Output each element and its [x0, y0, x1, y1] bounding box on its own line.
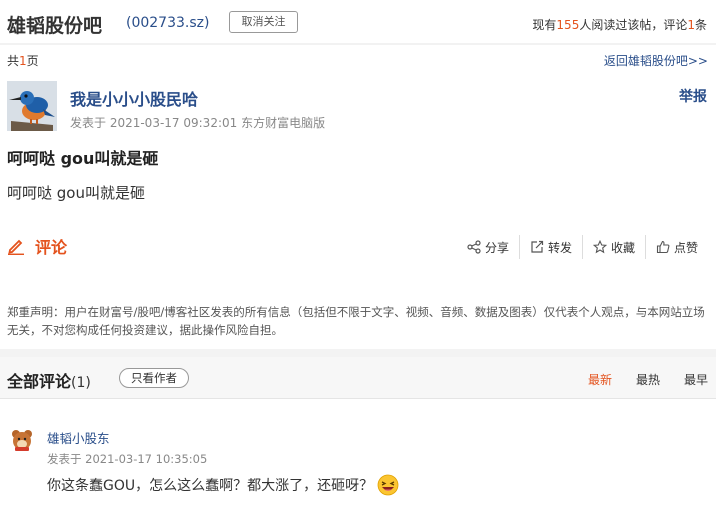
like-label: 点赞	[673, 240, 698, 255]
commenter-avatar[interactable]	[10, 428, 34, 452]
page-count: 共1页	[7, 52, 39, 69]
all-comments-title: 全部评论(1)	[7, 368, 91, 392]
read-stats: 现有155人阅读过该帖，评论1条	[532, 16, 707, 33]
only-author-button[interactable]: 只看作者	[119, 368, 189, 388]
stats-prefix: 现有	[532, 18, 557, 32]
bear-avatar-icon	[12, 430, 32, 451]
comments-count: (1)	[71, 375, 91, 391]
comment-text: 你这条蠢GOU，怎么这么蠢啊？都大涨了，还砸呀？	[47, 474, 399, 496]
favorite-button[interactable]: 收藏	[581, 235, 645, 259]
section-divider	[0, 349, 716, 357]
kingfisher-avatar-icon	[7, 81, 57, 131]
favorite-label: 收藏	[610, 240, 635, 255]
thumbs-up-icon	[656, 240, 670, 254]
post-author[interactable]: 我是小小小股民哈	[70, 86, 198, 110]
comment-meta: 发表于 2021-03-17 10:35:05	[47, 452, 208, 466]
comments-header: 全部评论(1) 只看作者 最新 最热 最早	[0, 357, 716, 399]
top-bar: 雄韬股份吧 (002733.sz) 取消关注 现有155人阅读过该帖，评论1条	[0, 0, 716, 45]
sort-hottest[interactable]: 最热	[636, 371, 660, 388]
like-button[interactable]: 点赞	[644, 235, 708, 259]
share-label: 分享	[484, 240, 509, 255]
stats-suffix: 条	[694, 18, 707, 32]
author-avatar[interactable]	[7, 81, 57, 131]
pager-prefix: 共	[7, 54, 20, 68]
repost-icon	[531, 240, 544, 253]
post-actions: 分享 转发 收藏 点赞	[457, 235, 708, 259]
pager-pages: 1	[19, 54, 27, 68]
repost-label: 转发	[547, 240, 572, 255]
bar-name[interactable]: 雄韬股份吧	[7, 11, 102, 38]
read-count: 155	[556, 18, 580, 32]
sort-oldest[interactable]: 最早	[684, 371, 708, 388]
laughing-emoji-icon	[377, 474, 399, 496]
post-body: 呵呵哒 gou叫就是砸	[7, 184, 145, 202]
post-meta: 发表于 2021-03-17 09:32:01 东方财富电脑版	[70, 116, 326, 130]
stock-code[interactable]: (002733.sz)	[126, 15, 209, 31]
disclaimer: 郑重声明：用户在财富号/股吧/博客社区发表的所有信息（包括但不限于文字、视频、音…	[7, 305, 705, 337]
comment-count: 1	[687, 18, 695, 32]
share-button[interactable]: 分享	[457, 235, 519, 259]
report-button[interactable]: 举报	[679, 86, 707, 106]
back-to-bar-link[interactable]: 返回雄韬股份吧>>	[604, 52, 708, 69]
commenter-name[interactable]: 雄韬小股东	[47, 428, 110, 447]
share-icon	[467, 240, 481, 254]
post-title: 呵呵哒 gou叫就是砸	[7, 149, 159, 168]
comment-button[interactable]: 评论	[7, 234, 67, 258]
stats-middle: 人阅读过该帖，评论	[579, 18, 688, 32]
comment-label: 评论	[35, 238, 68, 257]
sort-tabs: 最新 最热 最早	[588, 371, 708, 388]
pager-suffix: 页	[26, 54, 39, 68]
pager-row: 共1页 返回雄韬股份吧>>	[0, 50, 716, 68]
pencil-icon	[8, 239, 24, 255]
unfollow-button[interactable]: 取消关注	[229, 11, 298, 33]
star-icon	[592, 240, 607, 254]
comments-title: 全部评论	[7, 372, 72, 391]
sort-newest[interactable]: 最新	[588, 371, 612, 388]
comment-body: 你这条蠢GOU，怎么这么蠢啊？都大涨了，还砸呀？	[47, 478, 374, 494]
repost-button[interactable]: 转发	[518, 235, 582, 259]
